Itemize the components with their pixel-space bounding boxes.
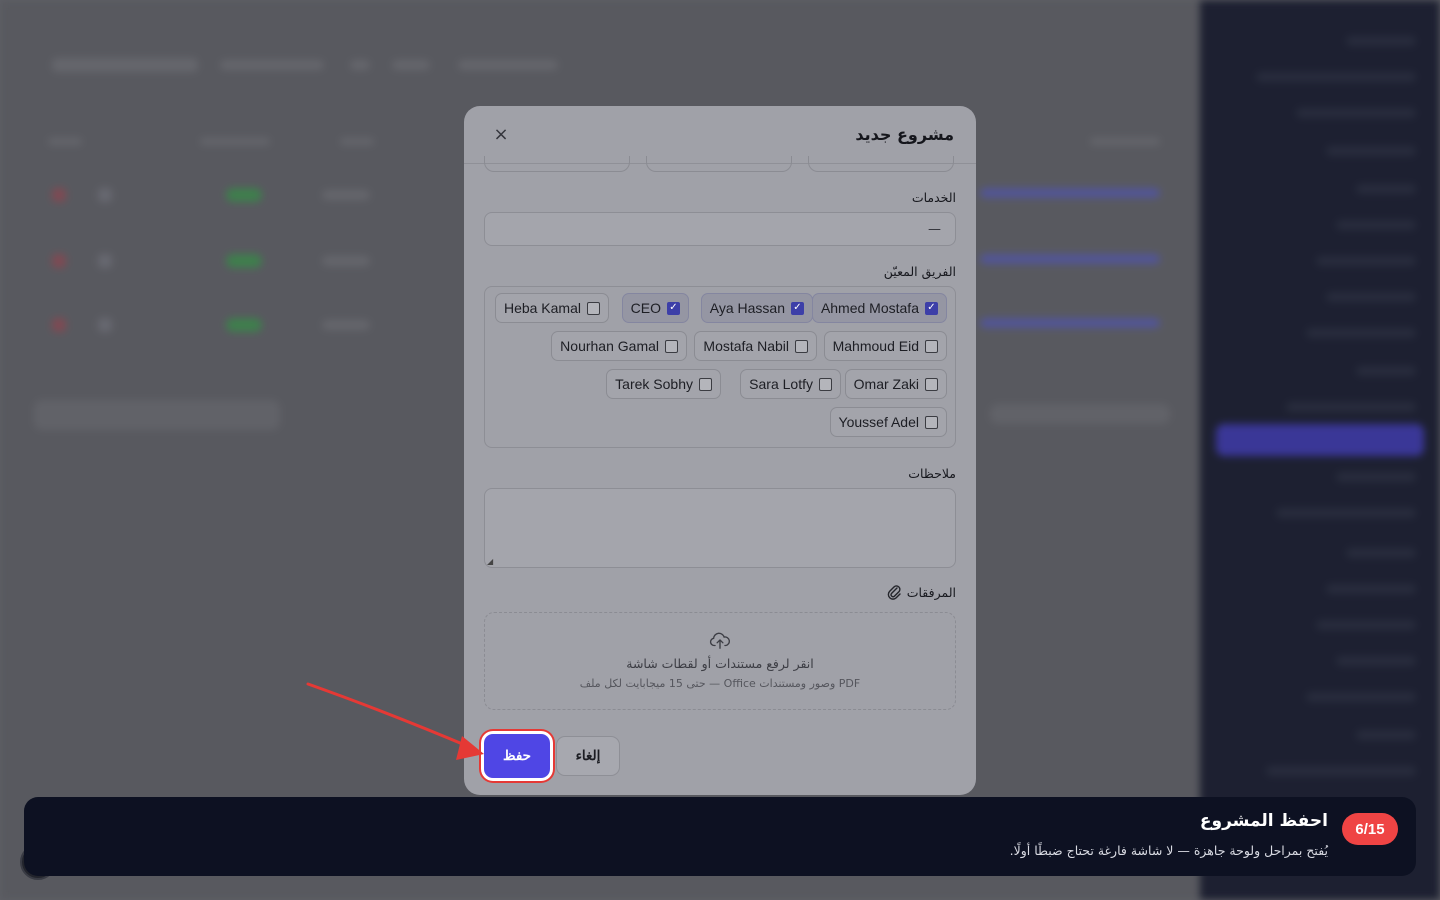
resize-handle-icon[interactable]: ◢ bbox=[487, 557, 495, 566]
team-member-name: CEO bbox=[630, 300, 661, 316]
partial-field[interactable] bbox=[646, 156, 792, 172]
tour-title: احفظ المشروع bbox=[1199, 811, 1328, 831]
team-member-chip[interactable]: Youssef Adel bbox=[829, 407, 947, 437]
team-member-chip[interactable]: Nourhan Gamal bbox=[551, 331, 687, 361]
modal-footer: حفظ إلغاء bbox=[464, 730, 976, 795]
close-icon[interactable]: × bbox=[490, 124, 512, 146]
new-project-modal: × مشروع جديد الخدمات — الفريق المعيّن Ah… bbox=[464, 106, 976, 795]
team-member-chip[interactable]: Omar Zaki bbox=[844, 369, 947, 399]
team-member-chip[interactable]: Mostafa Nabil bbox=[694, 331, 817, 361]
checkbox-icon[interactable] bbox=[925, 377, 938, 391]
checkbox-icon[interactable] bbox=[795, 339, 808, 353]
notes-textarea[interactable]: ◢ bbox=[484, 488, 956, 568]
team-member-chip[interactable]: Ahmed Mostafa ✓ bbox=[811, 293, 947, 323]
checkbox-icon[interactable] bbox=[925, 339, 938, 353]
attachments-label: المرفقات bbox=[906, 584, 956, 600]
tour-toast: 6/15 احفظ المشروع يُفتح بمراحل ولوحة جاه… bbox=[24, 797, 1416, 876]
attachments-label-row: المرفقات bbox=[887, 584, 956, 600]
checkbox-checked-icon[interactable]: ✓ bbox=[667, 301, 680, 315]
tour-description: يُفتح بمراحل ولوحة جاهزة — لا شاشة فارغة… bbox=[1009, 843, 1328, 858]
team-member-name: Tarek Sobhy bbox=[615, 376, 693, 392]
checkbox-icon[interactable] bbox=[587, 301, 600, 315]
checkbox-checked-icon[interactable]: ✓ bbox=[925, 301, 938, 315]
team-member-name: Mahmoud Eid bbox=[832, 338, 919, 354]
team-member-name: Nourhan Gamal bbox=[560, 338, 659, 354]
team-member-name: Mostafa Nabil bbox=[703, 338, 789, 354]
upload-cloud-icon bbox=[709, 632, 730, 649]
team-checklist: Ahmed Mostafa ✓ Aya Hassan ✓ CEO ✓ Heba … bbox=[484, 286, 956, 448]
team-member-chip[interactable]: Mahmoud Eid bbox=[823, 331, 947, 361]
team-member-name: Heba Kamal bbox=[503, 300, 581, 316]
partial-field[interactable] bbox=[808, 156, 954, 172]
partial-field[interactable] bbox=[484, 156, 630, 172]
team-member-name: Sara Lotfy bbox=[749, 376, 813, 392]
partial-fields-row bbox=[484, 156, 956, 172]
services-label: الخدمات bbox=[911, 190, 956, 205]
team-member-name: Ahmed Mostafa bbox=[820, 300, 919, 316]
checkbox-icon[interactable] bbox=[925, 415, 938, 429]
file-dropzone[interactable]: انقر لرفع مستندات أو لقطات شاشة PDF وصور… bbox=[484, 612, 956, 710]
team-member-chip[interactable]: Heba Kamal bbox=[494, 293, 609, 323]
team-member-chip[interactable]: Aya Hassan ✓ bbox=[700, 293, 813, 323]
team-member-name: Omar Zaki bbox=[853, 376, 919, 392]
paperclip-icon bbox=[887, 585, 901, 600]
services-select[interactable]: — bbox=[484, 212, 956, 246]
checkbox-icon[interactable] bbox=[819, 377, 832, 391]
team-member-chip[interactable]: CEO ✓ bbox=[621, 293, 689, 323]
team-member-name: Youssef Adel bbox=[838, 414, 919, 430]
cancel-button[interactable]: إلغاء bbox=[556, 736, 620, 776]
modal-title: مشروع جديد bbox=[855, 125, 954, 144]
checkbox-icon[interactable] bbox=[665, 339, 678, 353]
tour-step-badge: 6/15 bbox=[1342, 813, 1398, 845]
checkbox-checked-icon[interactable]: ✓ bbox=[791, 301, 804, 315]
notes-label: ملاحظات bbox=[908, 466, 956, 481]
team-member-chip[interactable]: Sara Lotfy bbox=[740, 369, 841, 399]
team-label: الفريق المعيّن bbox=[883, 264, 956, 279]
team-member-name: Aya Hassan bbox=[709, 300, 785, 316]
pointer-arrow bbox=[306, 682, 484, 760]
dropzone-hint: PDF وصور ومستندات Office — حتى 15 ميجابا… bbox=[579, 677, 861, 690]
team-member-chip[interactable]: Tarek Sobhy bbox=[606, 369, 721, 399]
save-button[interactable]: حفظ bbox=[484, 734, 550, 778]
services-value: — bbox=[928, 221, 941, 237]
dropzone-title: انقر لرفع مستندات أو لقطات شاشة bbox=[626, 656, 814, 671]
checkbox-icon[interactable] bbox=[699, 377, 712, 391]
